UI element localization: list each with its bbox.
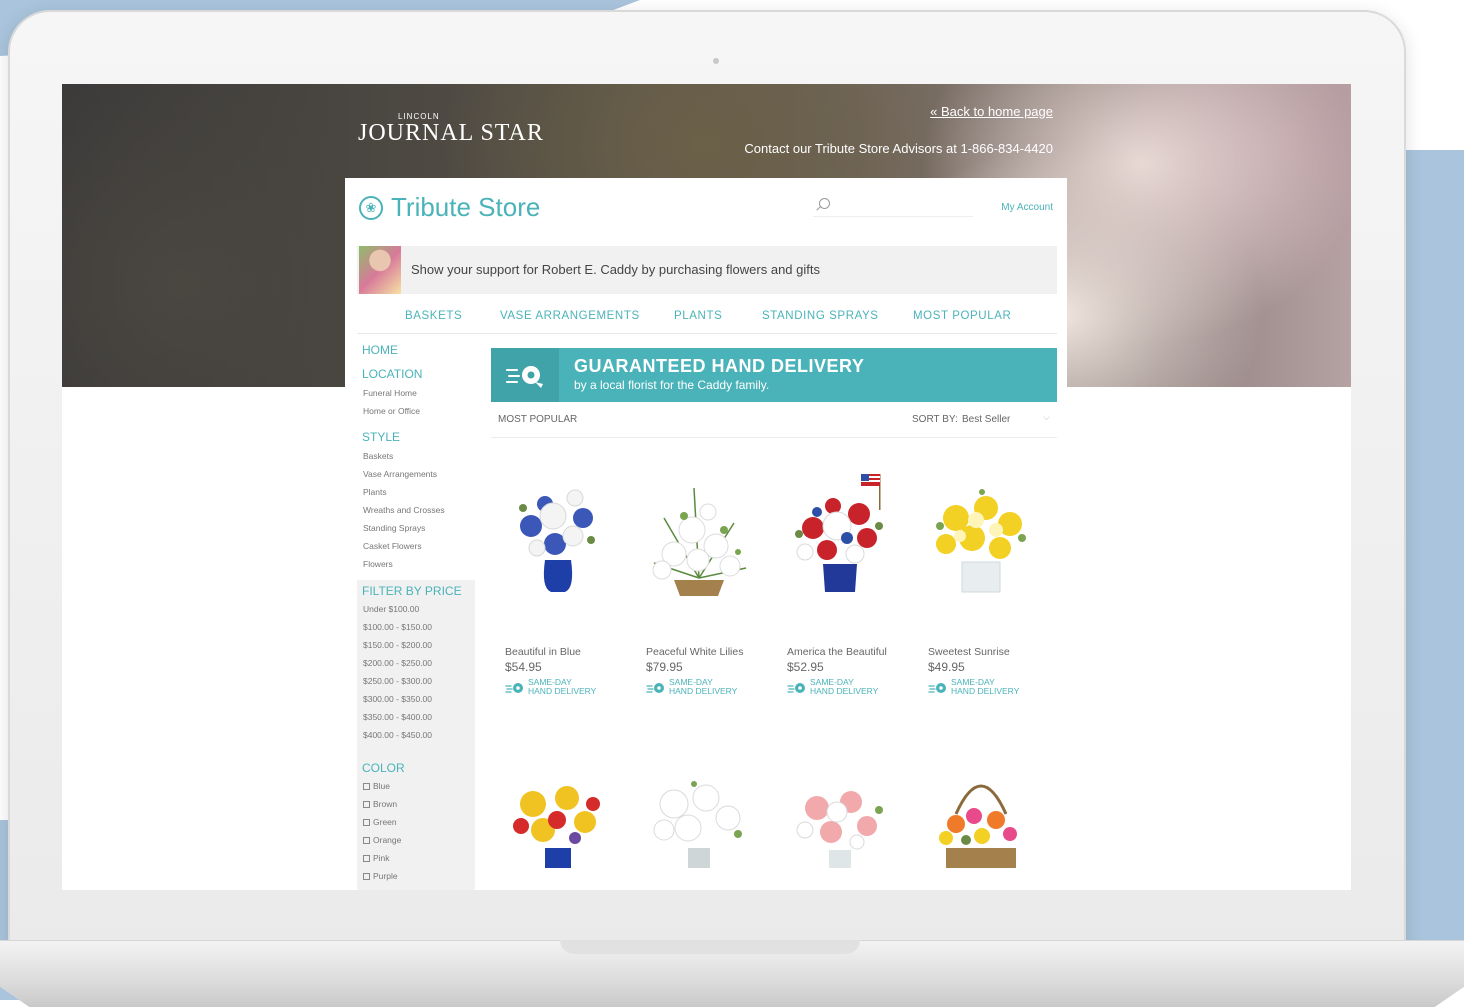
color-filter-purple[interactable]: Purple: [363, 871, 398, 881]
sidebar-price-item[interactable]: $150.00 - $200.00: [363, 640, 432, 650]
delivery-flower-icon: [928, 683, 946, 693]
sidebar-price-item[interactable]: $100.00 - $150.00: [363, 622, 432, 632]
badge-line2: HAND DELIVERY: [810, 686, 879, 696]
tribute-store-panel: ❀ Tribute Store My Account Show your sup…: [345, 178, 1067, 890]
support-banner: Show your support for Robert E. Caddy by…: [357, 246, 1057, 294]
delivery-title: GUARANTEED HAND DELIVERY: [574, 356, 865, 376]
memorial-photo: [359, 246, 401, 294]
same-day-badge: SAME-DAY HAND DELIVERY: [787, 678, 907, 700]
sidebar-price-item[interactable]: Under $100.00: [363, 604, 419, 614]
same-day-badge: SAME-DAY HAND DELIVERY: [505, 678, 625, 700]
contact-text: Contact our Tribute Store Advisors at 1-…: [744, 141, 1053, 156]
logo-text: JOURNAL STAR: [358, 120, 544, 146]
product-image-america-the-beautiful[interactable]: [775, 468, 905, 608]
sidebar-price-item[interactable]: $400.00 - $450.00: [363, 730, 432, 740]
color-filter-brown[interactable]: Brown: [363, 799, 397, 809]
product-image-peaceful-white-lilies[interactable]: [634, 468, 764, 608]
product-image-sweetest-sunrise[interactable]: [916, 468, 1046, 608]
nav-baskets[interactable]: BASKETS: [405, 310, 462, 322]
sidebar-style-item[interactable]: Vase Arrangements: [363, 469, 437, 479]
color-filter-blue[interactable]: Blue: [363, 781, 390, 791]
sidebar-location-heading: LOCATION: [362, 367, 423, 381]
guaranteed-delivery-banner: GUARANTEED HAND DELIVERY by a local flor…: [491, 348, 1057, 402]
sidebar-style-item[interactable]: Casket Flowers: [363, 541, 422, 551]
product-name[interactable]: Peaceful White Lilies: [646, 646, 743, 658]
screen: LINCOLN JOURNAL STAR « Back to home page…: [62, 84, 1351, 890]
sidebar-style-heading: STYLE: [362, 430, 401, 444]
product-price: $79.95: [646, 660, 683, 674]
back-to-home-link[interactable]: « Back to home page: [930, 104, 1053, 119]
product-price: $54.95: [505, 660, 542, 674]
product-price: $52.95: [787, 660, 824, 674]
product-image-beautiful-in-blue[interactable]: [493, 468, 623, 608]
search-input[interactable]: [837, 197, 967, 215]
product-image-row2-3[interactable]: [775, 764, 905, 890]
sidebar-price-item[interactable]: $200.00 - $250.00: [363, 658, 432, 668]
delivery-flower-icon: [506, 366, 543, 388]
camera-dot: [713, 58, 719, 64]
product-image-row2-1[interactable]: [493, 764, 623, 890]
sidebar-color-heading: COLOR: [362, 761, 405, 775]
support-text: Show your support for Robert E. Caddy by…: [411, 262, 820, 277]
sidebar-price-item[interactable]: $250.00 - $300.00: [363, 676, 432, 686]
sort-label: SORT BY:: [912, 414, 958, 425]
checkbox-icon[interactable]: [363, 873, 370, 880]
price-filter-block: FILTER BY PRICE Under $100.00 $100.00 - …: [357, 580, 475, 890]
filter-sidebar: HOME LOCATION Funeral Home Home or Offic…: [357, 340, 475, 890]
sidebar-price-heading: FILTER BY PRICE: [362, 584, 462, 598]
sidebar-price-item[interactable]: $350.00 - $400.00: [363, 712, 432, 722]
chevron-down-icon[interactable]: ⌵: [1043, 412, 1050, 423]
sidebar-style-item[interactable]: Baskets: [363, 451, 393, 461]
store-header: ❀ Tribute Store My Account: [345, 178, 1067, 244]
nav-plants[interactable]: PLANTS: [674, 310, 722, 322]
search-box[interactable]: [813, 195, 973, 217]
color-filter-green[interactable]: Green: [363, 817, 397, 827]
checkbox-icon[interactable]: [363, 819, 370, 826]
listing-toolbar: MOST POPULAR SORT BY: Best Seller ⌵: [491, 408, 1057, 438]
product-image-row2-4[interactable]: [916, 764, 1046, 890]
same-day-badge: SAME-DAY HAND DELIVERY: [646, 678, 766, 700]
product-name[interactable]: Sweetest Sunrise: [928, 646, 1010, 658]
delivery-icon-box: [491, 348, 559, 402]
nav-vase-arrangements[interactable]: VASE ARRANGEMENTS: [500, 310, 640, 322]
nav-most-popular[interactable]: MOST POPULAR: [913, 310, 1011, 322]
nav-standing-sprays[interactable]: STANDING SPRAYS: [762, 310, 879, 322]
delivery-flower-icon: [646, 683, 664, 693]
same-day-badge: SAME-DAY HAND DELIVERY: [928, 678, 1048, 700]
listing-label: MOST POPULAR: [498, 414, 578, 425]
site-logo[interactable]: LINCOLN JOURNAL STAR: [358, 112, 544, 147]
sidebar-location-item[interactable]: Funeral Home: [363, 388, 417, 398]
sidebar-location-item[interactable]: Home or Office: [363, 406, 420, 416]
product-image-row2-2[interactable]: [634, 764, 764, 890]
checkbox-icon[interactable]: [363, 801, 370, 808]
product-name[interactable]: America the Beautiful: [787, 646, 887, 658]
my-account-link[interactable]: My Account: [1001, 202, 1053, 213]
store-title[interactable]: Tribute Store: [391, 192, 540, 223]
laptop-notch: [560, 940, 860, 954]
logo-top-text: LINCOLN: [398, 112, 440, 121]
product-price: $49.95: [928, 660, 965, 674]
delivery-flower-icon: [787, 683, 805, 693]
badge-line2: HAND DELIVERY: [528, 686, 597, 696]
badge-line2: HAND DELIVERY: [669, 686, 738, 696]
product-name[interactable]: Beautiful in Blue: [505, 646, 581, 658]
sidebar-style-item[interactable]: Wreaths and Crosses: [363, 505, 445, 515]
color-filter-pink[interactable]: Pink: [363, 853, 390, 863]
sort-select[interactable]: Best Seller: [962, 414, 1010, 425]
delivery-flower-icon: [505, 683, 523, 693]
sidebar-style-item[interactable]: Plants: [363, 487, 387, 497]
sidebar-home[interactable]: HOME: [362, 343, 398, 357]
sidebar-style-item[interactable]: Flowers: [363, 559, 393, 569]
tribute-flower-icon: ❀: [359, 196, 383, 220]
badge-line2: HAND DELIVERY: [951, 686, 1020, 696]
delivery-subtitle: by a local florist for the Caddy family.: [574, 378, 770, 392]
checkbox-icon[interactable]: [363, 783, 370, 790]
sidebar-style-item[interactable]: Standing Sprays: [363, 523, 425, 533]
checkbox-icon[interactable]: [363, 855, 370, 862]
search-icon[interactable]: [819, 198, 830, 209]
category-nav: BASKETS VASE ARRANGEMENTS PLANTS STANDIN…: [357, 302, 1057, 334]
sidebar-price-item[interactable]: $300.00 - $350.00: [363, 694, 432, 704]
color-filter-orange[interactable]: Orange: [363, 835, 401, 845]
checkbox-icon[interactable]: [363, 837, 370, 844]
